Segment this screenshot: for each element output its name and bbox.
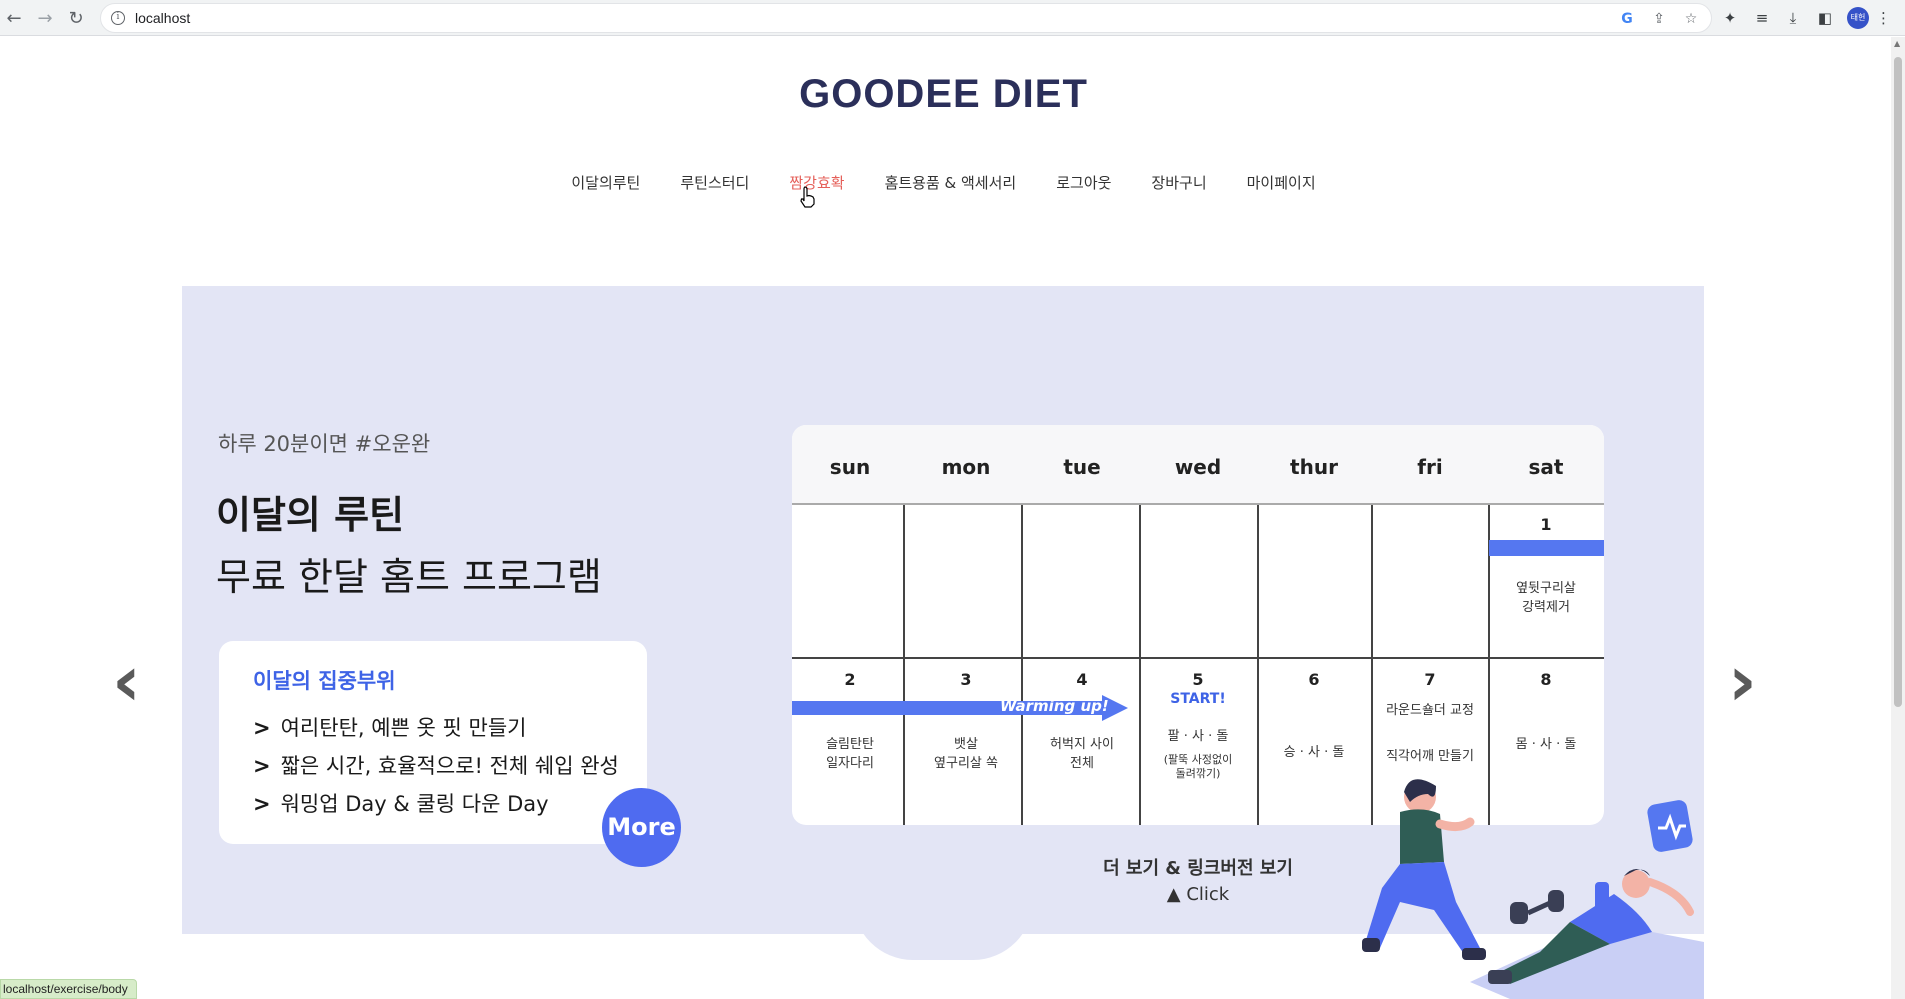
- address-url[interactable]: localhost: [135, 10, 190, 26]
- profile-avatar[interactable]: 태헌: [1847, 7, 1869, 29]
- download-icon[interactable]: ⤓: [1783, 8, 1803, 28]
- nav-item-monthly-routine[interactable]: 이달의루틴: [551, 172, 660, 193]
- status-bar-url: localhost/exercise/body: [0, 979, 137, 999]
- nav-item-mypage[interactable]: 마이페이지: [1227, 172, 1336, 193]
- weekday-label: tue: [1063, 455, 1101, 479]
- reading-list-icon[interactable]: ≡: [1752, 8, 1772, 28]
- focus-area-heading: 이달의 집중부위: [253, 669, 396, 693]
- calendar-day: 7: [1424, 670, 1436, 689]
- nav-item-cart[interactable]: 장바구니: [1131, 172, 1226, 193]
- nav-item-logout[interactable]: 로그아웃: [1036, 172, 1131, 193]
- calendar-day: 8: [1540, 670, 1552, 689]
- main-nav: 이달의루틴 루틴스터디 짬강효확 홈트용품 & 액세서리 로그아웃 장바구니 마…: [0, 172, 1887, 193]
- day-text: 허벅지 사이: [1050, 737, 1114, 752]
- calendar-day: 4: [1076, 670, 1088, 689]
- focus-area-list: > 여리탄탄, 예쁜 옷 핏 만들기 > 짧은 시간, 효율적으로! 전체 쉐입 완…: [253, 709, 619, 823]
- day-text: (팔뚝 사정없이: [1163, 753, 1233, 766]
- calendar-day: 3: [960, 670, 972, 689]
- start-label: START!: [1170, 691, 1226, 707]
- back-icon[interactable]: ←: [2, 6, 26, 30]
- day-text: 돌려깎기): [1175, 767, 1221, 780]
- list-item: > 여리탄탄, 예쁜 옷 핏 만들기: [253, 716, 527, 740]
- site-logo[interactable]: GOODEE DIET: [0, 72, 1887, 117]
- site-info-icon[interactable]: i: [111, 11, 125, 25]
- weekday-label: thur: [1290, 455, 1338, 479]
- highlight-bar: [1489, 540, 1604, 556]
- weekday-label: wed: [1174, 455, 1222, 479]
- scroll-up-icon[interactable]: ▲: [1894, 39, 1900, 48]
- banner-title: 이달의 루틴: [216, 493, 405, 537]
- more-link[interactable]: 더 보기 & 링크버전 보기 ▲ Click: [1040, 856, 1356, 908]
- more-link-click[interactable]: ▲ Click: [1040, 882, 1356, 908]
- forward-icon[interactable]: →: [33, 6, 57, 30]
- nav-item-routine-study[interactable]: 루틴스터디: [660, 172, 769, 193]
- bookmark-star-icon[interactable]: ☆: [1683, 11, 1699, 27]
- day-text: 팔 · 사 · 돌: [1167, 729, 1229, 744]
- google-icon[interactable]: G: [1619, 11, 1635, 27]
- routine-calendar: sun mon tue wed thur fri sat 1 옆뒷구리살 강력제…: [792, 425, 1604, 825]
- day-text: 직각어깨 만들기: [1386, 749, 1474, 764]
- menu-kebab-icon[interactable]: ⋮: [1876, 8, 1891, 28]
- weekday-label: sat: [1528, 455, 1564, 479]
- page-scrollbar[interactable]: ▲: [1891, 37, 1905, 999]
- prev-arrow-icon[interactable]: ‹: [112, 640, 141, 722]
- weekday-label: sun: [829, 455, 871, 479]
- side-panel-icon[interactable]: ◧: [1815, 8, 1835, 28]
- day-text: 옆구리살 쏙: [934, 756, 998, 771]
- warming-up-label: Warming up!: [1000, 697, 1109, 715]
- banner-sub-copy: 하루 20분이면 #오운완: [218, 432, 431, 456]
- banner-subtitle: 무료 한달 홈트 프로그램: [216, 555, 602, 599]
- chevron-right-icon: >: [253, 792, 271, 816]
- scrollbar-thumb[interactable]: [1894, 57, 1902, 707]
- grid-line: [1257, 505, 1259, 825]
- day-text: 슬림탄탄: [826, 737, 874, 752]
- reload-icon[interactable]: ↻: [64, 6, 88, 30]
- day-text: 강력제거: [1522, 600, 1570, 615]
- day-text: 승 · 사 · 돌: [1283, 745, 1345, 760]
- day-text: 옆뒷구리살: [1516, 581, 1576, 596]
- list-item: > 워밍업 Day & 쿨링 다운 Day: [253, 792, 549, 816]
- day-text: 일자다리: [826, 756, 874, 771]
- calendar-day: 6: [1308, 670, 1320, 689]
- next-arrow-icon[interactable]: ›: [1728, 640, 1757, 722]
- day-text: 라운드숄더 교정: [1386, 703, 1474, 718]
- share-icon[interactable]: ⇪: [1651, 11, 1667, 27]
- address-bar[interactable]: i localhost G ⇪ ☆: [100, 3, 1712, 33]
- grid-line: [1021, 505, 1023, 825]
- hand-cursor-icon: [800, 186, 815, 208]
- calendar-day: 1: [1540, 515, 1552, 534]
- day-text: 뱃살: [954, 737, 978, 752]
- extensions-icon[interactable]: ✦: [1720, 8, 1740, 28]
- calendar-day: 5: [1192, 670, 1204, 689]
- banner-bottom-bump: [853, 900, 1033, 960]
- focus-area-card: 이달의 집중부위 > 여리탄탄, 예쁜 옷 핏 만들기 > 짧은 시간, 효율적으로…: [219, 641, 647, 844]
- more-link-text[interactable]: 더 보기 & 링크버전 보기: [1040, 856, 1356, 882]
- workout-illustration: [1362, 779, 1704, 999]
- chevron-right-icon: >: [253, 754, 271, 778]
- nav-item-accessories[interactable]: 홈트용품 & 액세서리: [865, 172, 1037, 193]
- day-text: 몸 · 사 · 돌: [1515, 737, 1577, 752]
- day-text: 전체: [1070, 756, 1094, 771]
- grid-line: [903, 505, 905, 825]
- calendar-header: sun mon tue wed thur fri sat: [792, 425, 1604, 505]
- weekday-label: mon: [941, 455, 991, 479]
- grid-line: [792, 657, 1604, 659]
- more-button[interactable]: More: [602, 788, 681, 867]
- list-item: > 짧은 시간, 효율적으로! 전체 쉐입 완성: [253, 754, 619, 778]
- weekday-label: fri: [1417, 455, 1443, 479]
- chevron-right-icon: >: [253, 716, 271, 740]
- calendar-day: 2: [844, 670, 856, 689]
- browser-toolbar: ← → ↻ i localhost G ⇪ ☆ ✦ ≡ ⤓ ◧ 태헌 ⋮: [0, 0, 1905, 36]
